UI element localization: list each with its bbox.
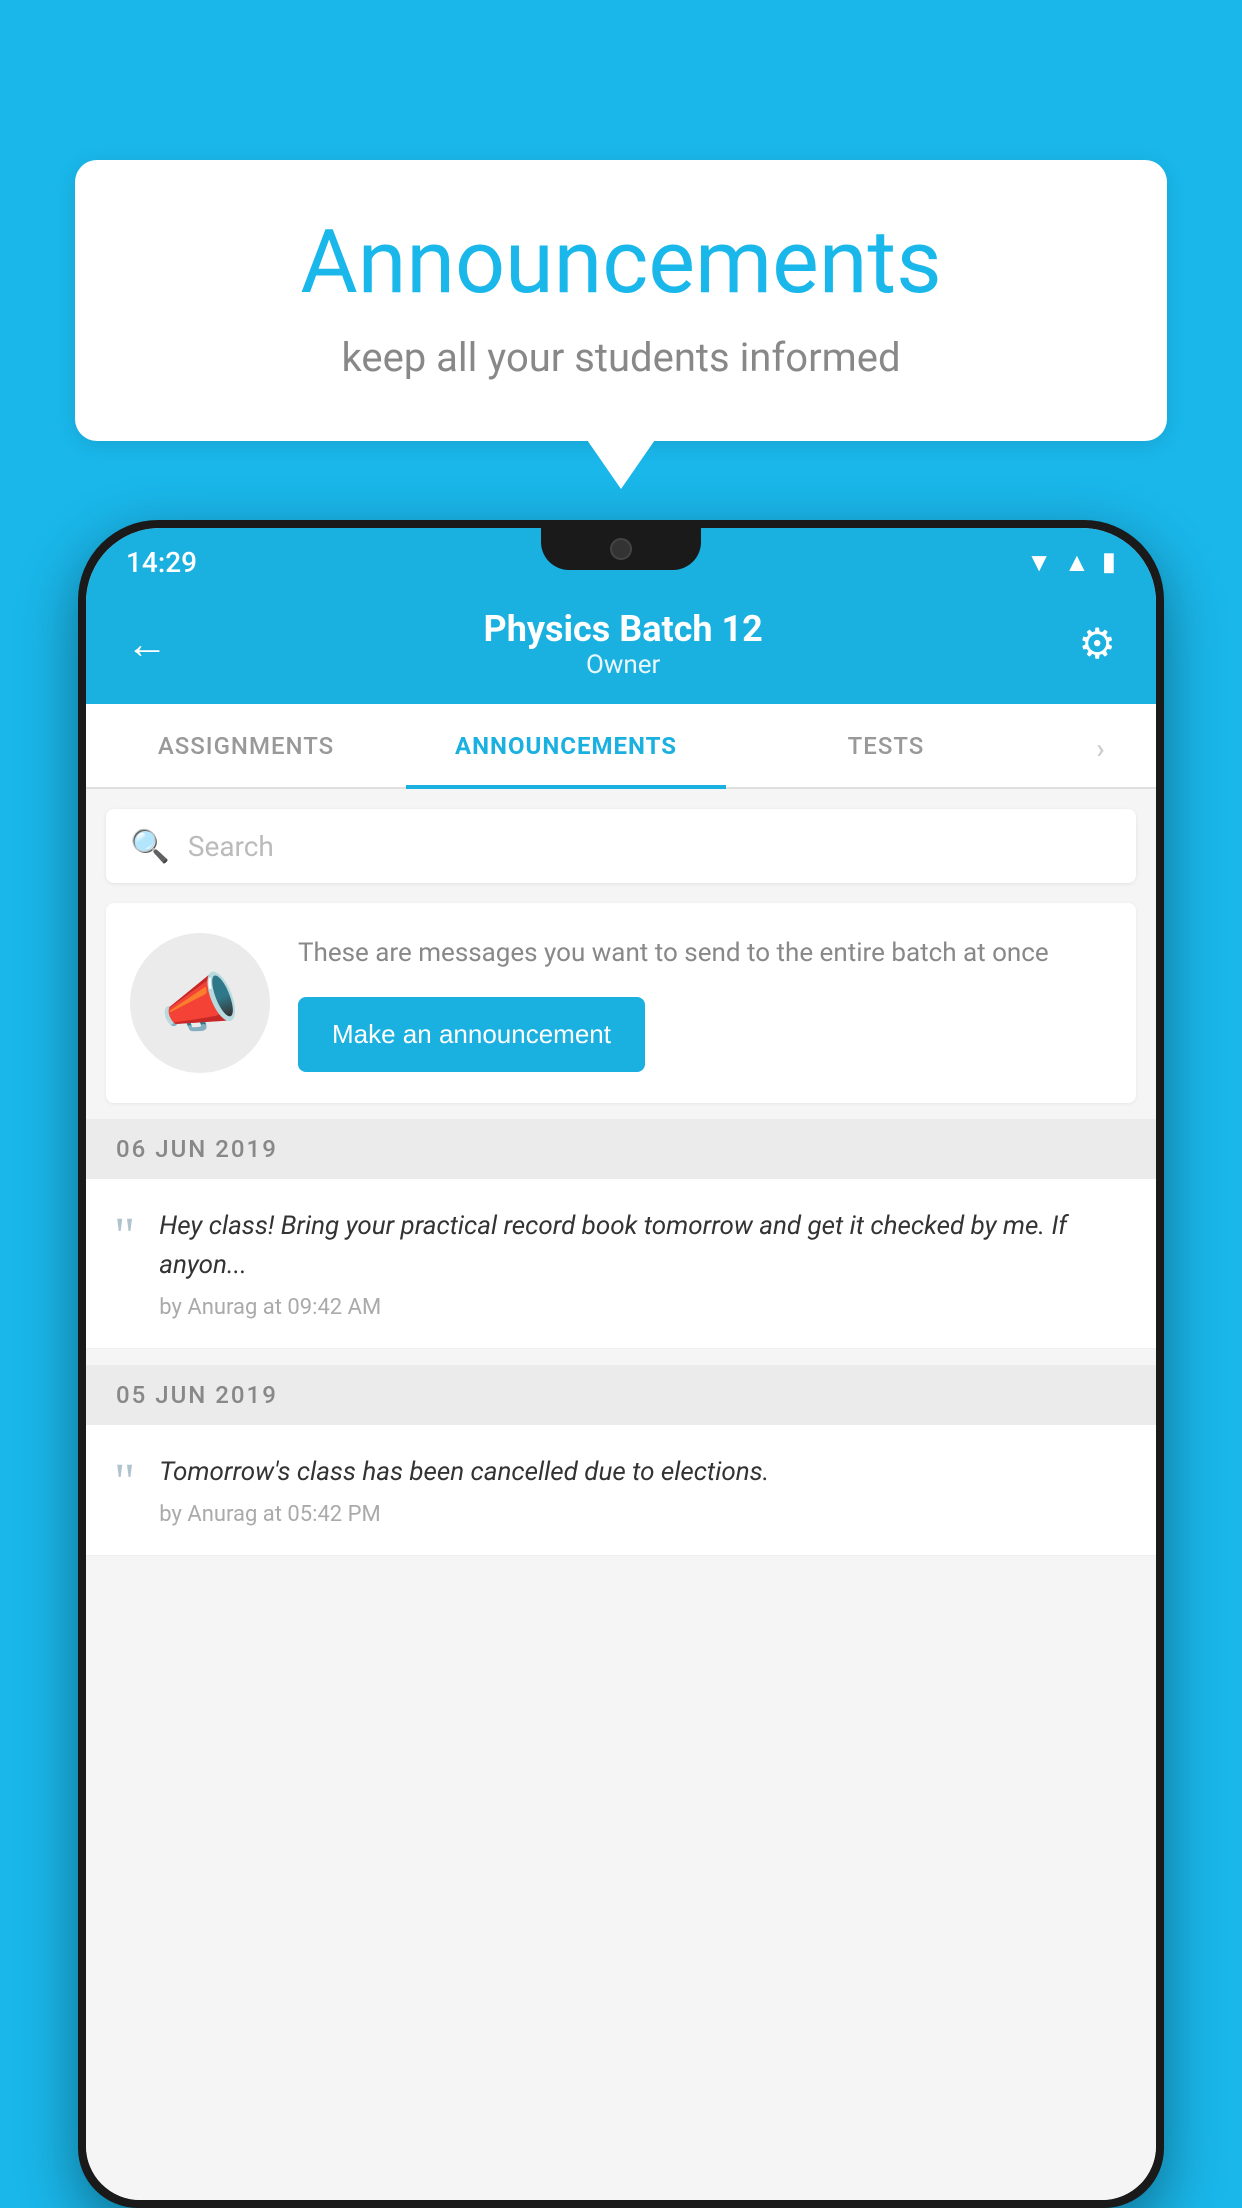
- quote-icon-1: ": [114, 1211, 135, 1263]
- phone-mockup: 14:29 ▼ ▲ ▮ ← Physics Batch 12 Owner ⚙ A…: [78, 520, 1164, 2208]
- megaphone-icon: 📣: [160, 966, 240, 1041]
- announce-description: These are messages you want to send to t…: [298, 934, 1112, 973]
- phone-layout: 14:29 ▼ ▲ ▮ ← Physics Batch 12 Owner ⚙ A…: [86, 528, 1156, 2200]
- status-time: 14:29: [126, 546, 197, 579]
- announce-message-1: Hey class! Bring your practical record b…: [159, 1207, 1128, 1285]
- tabs-bar: ASSIGNMENTS ANNOUNCEMENTS TESTS ›: [86, 704, 1156, 789]
- quote-icon-2: ": [114, 1457, 135, 1509]
- announce-icon-circle: 📣: [130, 933, 270, 1073]
- tab-announcements[interactable]: ANNOUNCEMENTS: [406, 704, 726, 787]
- back-button[interactable]: ←: [126, 620, 168, 669]
- make-announcement-button[interactable]: Make an announcement: [298, 997, 645, 1072]
- announcement-item-1: " Hey class! Bring your practical record…: [86, 1179, 1156, 1349]
- date-separator-2: 05 JUN 2019: [86, 1365, 1156, 1425]
- wifi-icon: ▼: [1026, 547, 1052, 578]
- speech-bubble: Announcements keep all your students inf…: [75, 160, 1167, 441]
- tab-tests[interactable]: TESTS: [726, 704, 1046, 787]
- front-camera: [610, 538, 632, 560]
- announcement-item-2: " Tomorrow's class has been cancelled du…: [86, 1425, 1156, 1556]
- header-subtitle: Owner: [188, 650, 1058, 680]
- signal-icon: ▲: [1064, 547, 1090, 578]
- phone-inner: 14:29 ▼ ▲ ▮ ← Physics Batch 12 Owner ⚙ A…: [86, 528, 1156, 2200]
- status-icons: ▼ ▲ ▮: [1026, 547, 1116, 578]
- speech-bubble-container: Announcements keep all your students inf…: [75, 160, 1167, 441]
- bubble-title: Announcements: [135, 215, 1107, 312]
- announce-content-2: Tomorrow's class has been cancelled due …: [159, 1453, 1128, 1527]
- content-area: 🔍 Search 📣 These are messages you want t…: [86, 789, 1156, 2200]
- search-bar[interactable]: 🔍 Search: [106, 809, 1136, 883]
- announce-right: These are messages you want to send to t…: [298, 934, 1112, 1072]
- tab-more[interactable]: ›: [1046, 704, 1156, 787]
- search-placeholder: Search: [188, 830, 274, 863]
- announce-message-2: Tomorrow's class has been cancelled due …: [159, 1453, 1128, 1492]
- settings-button[interactable]: ⚙: [1078, 619, 1116, 669]
- header-center: Physics Batch 12 Owner: [188, 608, 1058, 680]
- announce-meta-1: by Anurag at 09:42 AM: [159, 1295, 1128, 1320]
- battery-icon: ▮: [1102, 547, 1116, 577]
- header-title: Physics Batch 12: [188, 608, 1058, 650]
- announce-content-1: Hey class! Bring your practical record b…: [159, 1207, 1128, 1320]
- bubble-subtitle: keep all your students informed: [135, 334, 1107, 381]
- phone-notch: [541, 528, 701, 570]
- date-separator-1: 06 JUN 2019: [86, 1119, 1156, 1179]
- app-header: ← Physics Batch 12 Owner ⚙: [86, 588, 1156, 704]
- announce-meta-2: by Anurag at 05:42 PM: [159, 1502, 1128, 1527]
- announce-prompt: 📣 These are messages you want to send to…: [106, 903, 1136, 1103]
- tab-assignments[interactable]: ASSIGNMENTS: [86, 704, 406, 787]
- search-icon: 🔍: [130, 827, 170, 865]
